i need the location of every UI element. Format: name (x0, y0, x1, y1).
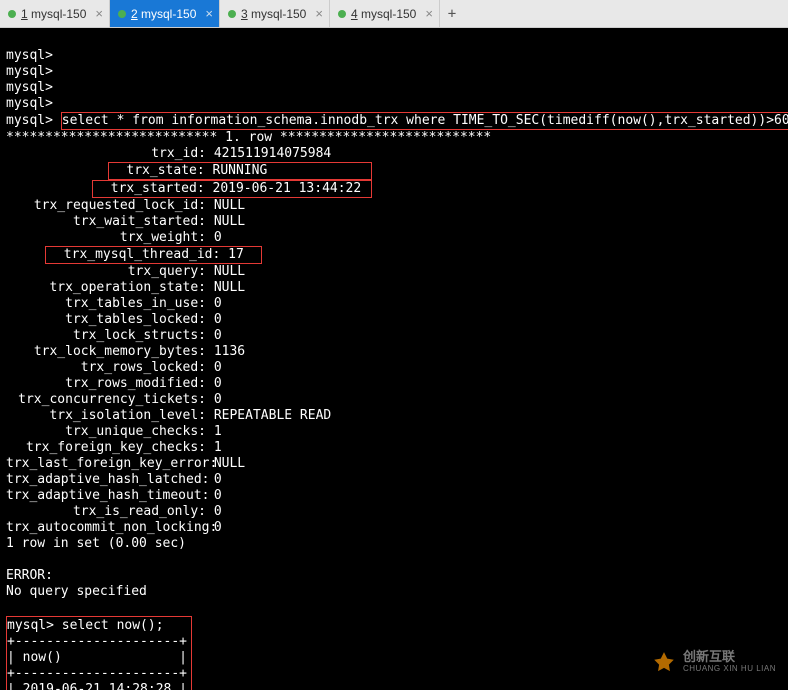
field-value: 1 (214, 440, 222, 456)
prompt: mysql> (6, 80, 53, 95)
field-value: 421511914075984 (214, 146, 331, 162)
field-value: 0 (214, 328, 222, 344)
field-value: 1136 (214, 344, 245, 360)
tab-label: mysql-150 (251, 7, 306, 21)
field-label: trx_isolation_level: (6, 408, 206, 424)
field-label: trx_weight: (6, 230, 206, 246)
field-value: 0 (214, 312, 222, 328)
now-head: | now() | (7, 650, 187, 665)
field-value: 0 (214, 392, 222, 408)
field-value: NULL (214, 214, 245, 230)
watermark: 创新互联 CHUANG XIN HU LIAN (651, 650, 776, 676)
tab-2[interactable]: 2 mysql-150 × (110, 0, 220, 27)
field-label: trx_rows_locked: (6, 360, 206, 376)
field-label: trx_is_read_only: (6, 504, 206, 520)
field-label: trx_last_foreign_key_error: (6, 456, 206, 472)
field-value: NULL (214, 280, 245, 296)
tab-label: mysql-150 (361, 7, 416, 21)
query-highlight: select * from information_schema.innodb_… (61, 112, 788, 130)
field-highlight: trx_started: 2019-06-21 13:44:22 (6, 181, 372, 196)
add-tab-button[interactable]: + (440, 0, 464, 27)
field-label: trx_lock_structs: (6, 328, 206, 344)
now-sep: +---------------------+ (7, 666, 187, 681)
field-label: trx_lock_memory_bytes: (6, 344, 206, 360)
field-label: trx_autocommit_non_locking: (6, 520, 206, 536)
status-dot-icon (8, 10, 16, 18)
field-value: 1 (214, 424, 222, 440)
watermark-line2: CHUANG XIN HU LIAN (683, 663, 776, 675)
field-value: 0 (214, 488, 222, 504)
field-label: trx_concurrency_tickets: (6, 392, 206, 408)
field-label: trx_tables_in_use: (6, 296, 206, 312)
field-value: 0 (214, 520, 222, 536)
status-dot-icon (118, 10, 126, 18)
tab-1[interactable]: 1 mysql-150 × (0, 0, 110, 27)
tab-num: 3 (241, 7, 248, 21)
now-sep: +---------------------+ (7, 634, 187, 649)
field-label: trx_unique_checks: (6, 424, 206, 440)
field-label: trx_tables_locked: (6, 312, 206, 328)
field-label: trx_requested_lock_id: (6, 198, 206, 214)
prompt: mysql> (6, 113, 53, 128)
tab-4[interactable]: 4 mysql-150 × (330, 0, 440, 27)
prompt: mysql> (6, 96, 53, 111)
close-icon[interactable]: × (425, 6, 433, 21)
field-label: trx_query: (6, 264, 206, 280)
tab-label: mysql-150 (141, 7, 196, 21)
field-label: trx_adaptive_hash_latched: (6, 472, 206, 488)
status-dot-icon (228, 10, 236, 18)
terminal[interactable]: mysql> mysql> mysql> mysql> mysql> selec… (0, 28, 788, 690)
field-value: 0 (214, 472, 222, 488)
close-icon[interactable]: × (315, 6, 323, 21)
field-label: trx_rows_modified: (6, 376, 206, 392)
tab-num: 1 (21, 7, 28, 21)
prompt: mysql> (6, 64, 53, 79)
now-val: | 2019-06-21 14:28:28 | (7, 682, 187, 690)
field-highlight: trx_state: RUNNING (6, 163, 372, 178)
tab-3[interactable]: 3 mysql-150 × (220, 0, 330, 27)
logo-icon (651, 650, 677, 676)
field-value: 0 (214, 504, 222, 520)
close-icon[interactable]: × (95, 6, 103, 21)
tab-label: mysql-150 (31, 7, 86, 21)
field-value: 0 (214, 360, 222, 376)
field-value: 0 (214, 296, 222, 312)
tab-num: 2 (131, 7, 138, 21)
field-label: trx_wait_started: (6, 214, 206, 230)
field-value: NULL (214, 456, 245, 472)
field-highlight: trx_mysql_thread_id: 17 (6, 247, 262, 262)
row-header: *************************** 1. row *****… (6, 130, 491, 145)
now-query-highlight: mysql> select now(); +------------------… (6, 616, 192, 690)
field-value: 0 (214, 376, 222, 392)
field-value: 0 (214, 230, 222, 246)
tab-bar: 1 mysql-150 × 2 mysql-150 × 3 mysql-150 … (0, 0, 788, 28)
close-icon[interactable]: × (205, 6, 213, 21)
field-value: REPEATABLE READ (214, 408, 331, 424)
tab-num: 4 (351, 7, 358, 21)
watermark-line1: 创新互联 (683, 651, 776, 663)
error-text: No query specified (6, 584, 147, 599)
result-summary: 1 row in set (0.00 sec) (6, 536, 186, 551)
field-label: trx_foreign_key_checks: (6, 440, 206, 456)
field-label: trx_adaptive_hash_timeout: (6, 488, 206, 504)
now-query: mysql> select now(); (7, 618, 164, 633)
field-value: NULL (214, 264, 245, 280)
field-label: trx_operation_state: (6, 280, 206, 296)
field-label: trx_id: (6, 146, 206, 162)
error-label: ERROR: (6, 568, 53, 583)
status-dot-icon (338, 10, 346, 18)
field-value: NULL (214, 198, 245, 214)
prompt: mysql> (6, 48, 53, 63)
